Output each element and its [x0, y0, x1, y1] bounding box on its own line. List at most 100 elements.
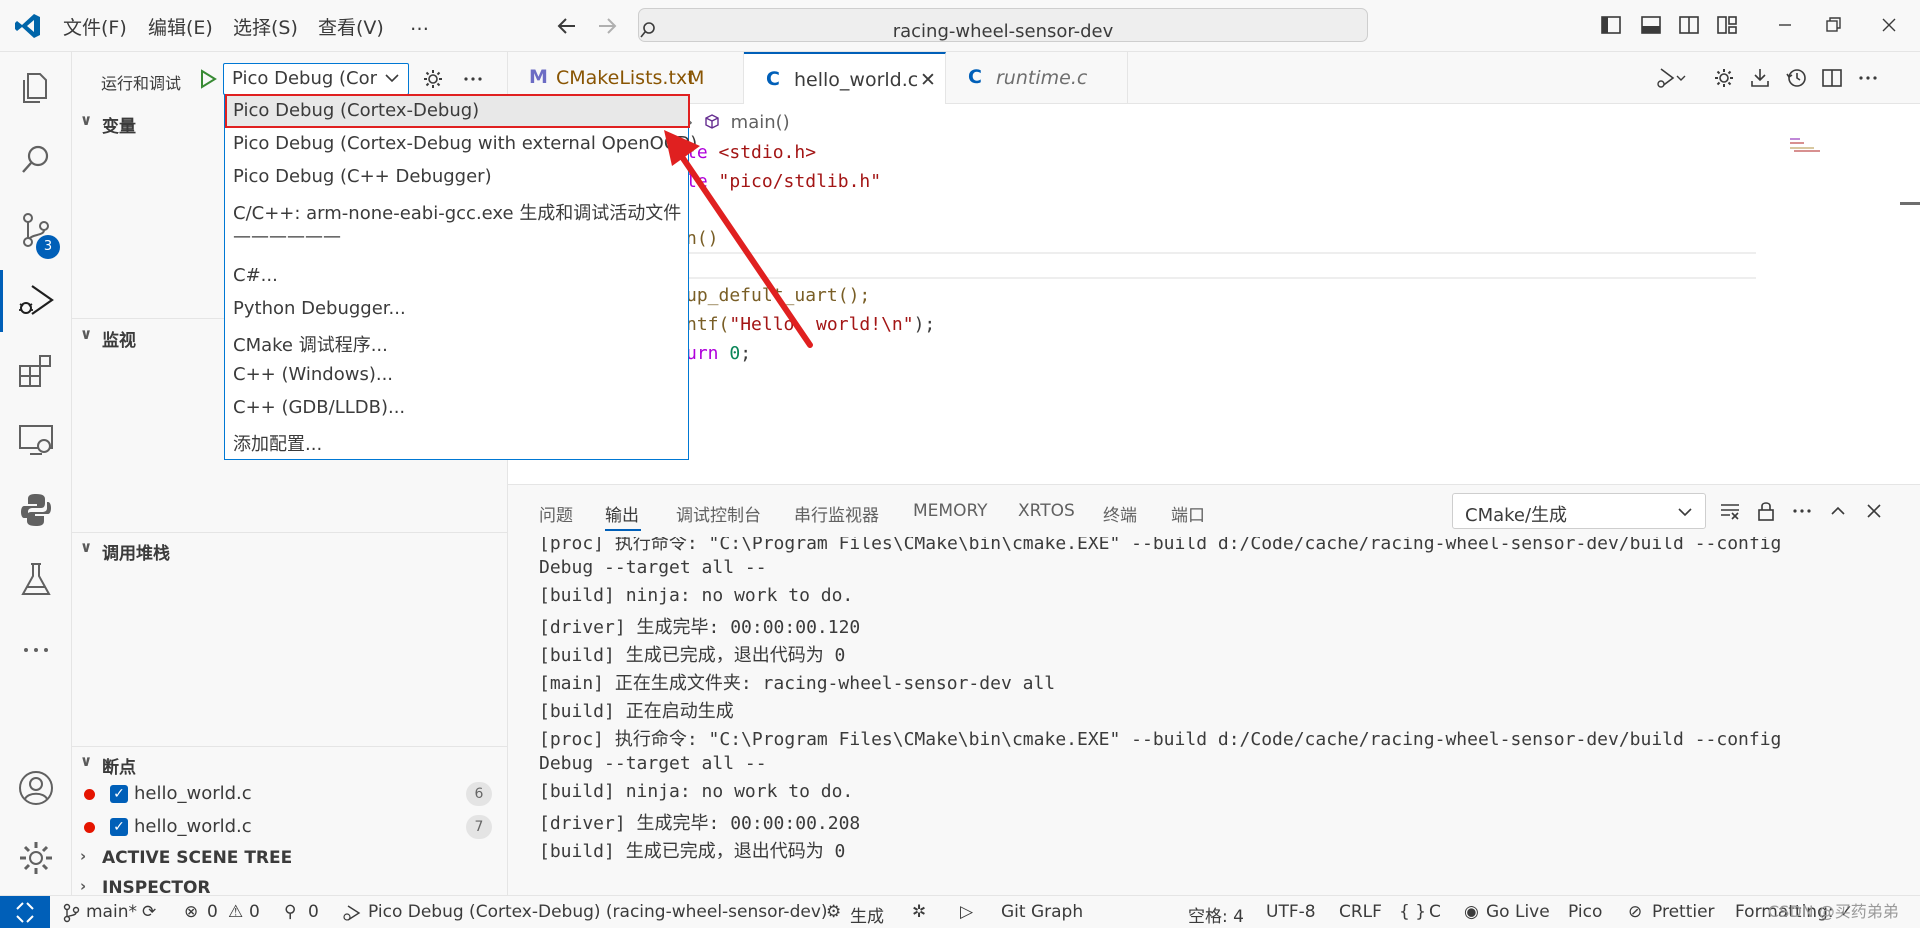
watermark: CSDN @买药弟弟	[1768, 902, 1899, 921]
dropdown-item[interactable]: Pico Debug (C++ Debugger)	[233, 166, 492, 187]
more-views-icon[interactable]	[14, 628, 58, 672]
debug-config-select[interactable]: Pico Debug (Cor	[223, 63, 409, 95]
tab-output[interactable]: 输出	[605, 501, 639, 526]
toggle-panel-icon[interactable]	[1640, 14, 1662, 36]
history-icon[interactable]	[1784, 66, 1808, 90]
tab-runtime[interactable]: C runtime.c	[946, 52, 1128, 104]
encoding-status[interactable]: UTF-8	[1266, 902, 1316, 922]
dropdown-item[interactable]: C++ (GDB/LLDB)...	[233, 397, 405, 418]
minimap[interactable]	[1790, 138, 1822, 152]
menu-edit[interactable]: 编辑(E)	[148, 13, 213, 40]
run-icon[interactable]: ▷	[960, 902, 973, 922]
settings-gear-icon[interactable]	[14, 836, 58, 880]
section-call-stack[interactable]: ∨ 调用堆栈	[72, 535, 508, 565]
close-tab-icon[interactable]: ✕	[920, 69, 936, 91]
forward-arrow-icon[interactable]	[596, 15, 618, 37]
explorer-icon[interactable]	[14, 66, 58, 110]
start-debugging-icon[interactable]	[196, 66, 220, 92]
warning-icon[interactable]: ⚠	[228, 902, 243, 922]
remote-indicator-button[interactable]	[0, 896, 50, 928]
tab-hello-world[interactable]: C hello_world.c ✕	[744, 52, 946, 105]
sticky-scroll-divider	[686, 252, 1756, 254]
dropdown-item[interactable]: Python Debugger...	[233, 298, 406, 319]
section-active-scene-tree[interactable]: › ACTIVE SCENE TREE	[72, 844, 508, 874]
output-view[interactable]: [proc] 执行命令: "C:\Program Files\CMake\bin…	[508, 537, 1920, 896]
command-center-search[interactable]: racing-wheel-sensor-dev	[638, 8, 1368, 42]
git-graph-button[interactable]: Git Graph	[1001, 902, 1083, 922]
build-button[interactable]: 生成	[850, 902, 884, 927]
breakpoint-checkbox[interactable]: ✓	[110, 785, 128, 803]
dropdown-item[interactable]: Pico Debug (Cortex-Debug with external O…	[233, 133, 697, 154]
menu-more[interactable]: …	[410, 13, 429, 35]
output-channel-select[interactable]: CMake/生成	[1452, 493, 1706, 529]
tab-debug-console[interactable]: 调试控制台	[676, 501, 761, 526]
download-icon[interactable]	[1748, 66, 1772, 90]
tab-ports[interactable]: 端口	[1171, 501, 1205, 526]
dropdown-item[interactable]: C++ (Windows)...	[233, 364, 393, 385]
breakpoint-row[interactable]: ✓ hello_world.c 7	[72, 811, 508, 843]
eol-status[interactable]: CRLF	[1339, 902, 1382, 922]
extensions-icon[interactable]	[14, 348, 58, 392]
section-breakpoints[interactable]: ∨ 断点	[72, 749, 508, 779]
panel-more-icon[interactable]	[1790, 499, 1814, 523]
python-icon[interactable]	[14, 488, 58, 532]
breakpoint-row[interactable]: ✓ hello_world.c 6	[72, 778, 508, 810]
dropdown-item[interactable]: C#...	[233, 265, 278, 286]
run-debug-icon[interactable]	[14, 278, 58, 322]
ports-count[interactable]: 0	[308, 902, 319, 922]
back-arrow-icon[interactable]	[556, 15, 578, 37]
warning-count[interactable]: 0	[249, 902, 260, 922]
maximize-panel-icon[interactable]	[1826, 499, 1850, 523]
go-live-button[interactable]: Go Live	[1486, 902, 1550, 922]
tab-terminal[interactable]: 终端	[1103, 501, 1137, 526]
account-icon[interactable]	[14, 766, 58, 810]
remote-explorer-icon[interactable]	[14, 418, 58, 462]
breakpoint-line-badge: 7	[466, 815, 492, 839]
close-window-icon[interactable]	[1878, 14, 1900, 36]
editor-settings-gear-icon[interactable]	[1712, 66, 1736, 90]
scrollbar-marker	[1900, 202, 1920, 205]
pico-status[interactable]: Pico	[1568, 902, 1602, 922]
restore-icon[interactable]	[1822, 14, 1844, 36]
menu-view[interactable]: 查看(V)	[318, 13, 384, 40]
indentation-status[interactable]: 空格: 4	[1188, 902, 1244, 927]
dropdown-item[interactable]: Pico Debug (Cortex-Debug)	[233, 100, 479, 121]
customize-layout-icon[interactable]	[1716, 14, 1738, 36]
sync-icon[interactable]: ⟳	[142, 902, 156, 922]
menu-file[interactable]: 文件(F)	[63, 13, 127, 40]
tab-problems[interactable]: 问题	[539, 501, 573, 526]
more-actions-icon[interactable]	[461, 67, 485, 91]
close-panel-icon[interactable]	[1862, 499, 1886, 523]
debug-config-status[interactable]: Pico Debug (Cortex-Debug) (racing-wheel-…	[368, 902, 828, 922]
search-view-icon[interactable]	[14, 138, 58, 182]
lock-scroll-icon[interactable]	[1754, 499, 1778, 523]
toggle-secondary-sidebar-icon[interactable]	[1678, 14, 1700, 36]
prettier-status[interactable]: Prettier	[1652, 902, 1715, 922]
clear-output-icon[interactable]	[1718, 499, 1742, 523]
ports-icon[interactable]: ⚲	[284, 902, 296, 922]
branch-name[interactable]: main*	[86, 902, 137, 922]
breakpoint-file: hello_world.c	[134, 816, 252, 837]
dropdown-item[interactable]: 添加配置...	[233, 430, 322, 456]
tab-xrtos[interactable]: XRTOS	[1018, 501, 1075, 521]
dropdown-item[interactable]: CMake 调试程序...	[233, 331, 388, 357]
toggle-primary-sidebar-icon[interactable]	[1600, 14, 1622, 36]
split-editor-icon[interactable]	[1820, 66, 1844, 90]
minimize-icon[interactable]	[1774, 14, 1796, 36]
run-debug-title: 运行和调试	[101, 74, 182, 93]
debug-bug-icon[interactable]: ✲	[912, 902, 926, 922]
language-status[interactable]: C	[1429, 902, 1441, 922]
editor-more-icon[interactable]	[1856, 66, 1880, 90]
testing-icon[interactable]	[14, 558, 58, 602]
tab-serial-monitor[interactable]: 串行监视器	[794, 501, 879, 526]
error-count[interactable]: 0	[207, 902, 218, 922]
dropdown-item[interactable]: C/C++: arm-none-eabi-gcc.exe 生成和调试活动文件	[233, 199, 681, 225]
run-debug-file-icon[interactable]	[1655, 66, 1687, 90]
bottom-panel: 问题 输出 调试控制台 串行监视器 MEMORY XRTOS 终端 端口 CMa…	[508, 484, 1920, 895]
breakpoint-checkbox[interactable]: ✓	[110, 818, 128, 836]
open-launch-json-gear-icon[interactable]	[421, 67, 445, 91]
tab-memory[interactable]: MEMORY	[913, 501, 988, 521]
error-icon[interactable]: ⊗	[184, 902, 198, 922]
build-gear-icon[interactable]: ⚙	[826, 902, 841, 922]
menu-selection[interactable]: 选择(S)	[233, 13, 298, 40]
